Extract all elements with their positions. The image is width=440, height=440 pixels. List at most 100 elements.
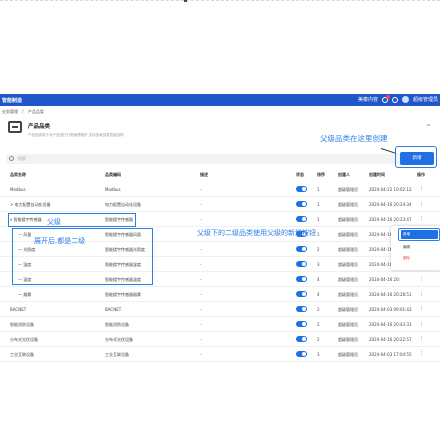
cell-code: Modbus <box>105 187 121 192</box>
cell-sort: 1 <box>317 187 320 192</box>
table-row: 一 烟雾 智能楼宇传感器烟雾 - 4 超级管理员 2024-04-16 20:28:51 ⋮ <box>0 287 440 302</box>
bell-icon[interactable] <box>381 94 390 103</box>
screenshot-root: 智能制造 美泰内容 超级管理员 业务管理 / 产品品类 产品品类 产品品类用于对… <box>0 0 440 440</box>
cell-time: 2024-04-16 20:22:57 <box>369 337 412 342</box>
cell-desc: - <box>200 277 202 282</box>
cell-code: 工业互联设备 <box>105 352 129 357</box>
cell-time: 2024-04-16 20:43:33 <box>369 322 412 327</box>
menu-item-delete[interactable]: 删除 <box>403 256 410 261</box>
top-divider <box>0 0 440 1</box>
more-icon[interactable]: ⋮ <box>419 186 424 192</box>
cell-creator: 超级管理员 <box>338 247 358 252</box>
status-toggle[interactable] <box>296 306 307 312</box>
cell-desc: - <box>200 187 202 192</box>
table-row: BACNET BACNET - 2 超级管理员 2024-04-03 09:01:43 ⋮ <box>0 302 440 317</box>
more-icon[interactable]: ⋮ <box>419 351 424 357</box>
create-button[interactable]: 新增 <box>400 152 434 165</box>
table-row: > 电力配置自动化设备 电力配置自动化设备 - 1 超级管理员 2024-04-16 20… <box>0 197 440 212</box>
cell-code: 分布式光伏设备 <box>105 337 133 342</box>
cell-time: 2024-04-16 20: <box>369 277 400 282</box>
breadcrumb-item: 产品品类 <box>27 109 44 114</box>
cell-code: 电力配置自动化设备 <box>105 202 141 207</box>
cell-name: 一 烟雾 <box>18 292 32 297</box>
column-header: 操作 <box>417 172 425 177</box>
status-toggle[interactable] <box>296 261 307 267</box>
annotation-menu-outline <box>398 228 440 241</box>
more-icon[interactable]: ⋮ <box>419 276 424 282</box>
breadcrumb-item[interactable]: 业务管理 <box>2 109 18 114</box>
cell-desc: - <box>200 217 202 222</box>
cell-desc: - <box>200 292 202 297</box>
cell-creator: 超级管理员 <box>338 277 358 282</box>
cell-desc: - <box>200 247 202 252</box>
more-icon[interactable]: ⋮ <box>419 306 424 312</box>
notification-badge <box>385 94 390 99</box>
header-right: 美泰内容 超级管理员 <box>358 94 438 103</box>
cell-sort: 4 <box>317 292 320 297</box>
page-title: 产品品类 <box>28 124 51 130</box>
cell-creator: 超级管理员 <box>338 322 358 327</box>
breadcrumb: 业务管理 / 产品品类 <box>2 109 47 115</box>
status-toggle[interactable] <box>296 321 307 327</box>
column-header: 品类编码 <box>105 172 121 177</box>
annotation-parent-label: 父级 <box>47 218 61 226</box>
avatar[interactable] <box>401 96 409 103</box>
status-toggle[interactable] <box>296 276 307 282</box>
cell-time: 2024-04-16 20:28:51 <box>369 292 412 297</box>
menu-item-edit[interactable]: 编辑 <box>403 245 410 250</box>
cell-sort: 1 <box>317 217 320 222</box>
cell-creator: 超级管理员 <box>338 187 358 192</box>
cell-code: 智能楼宇传感器烟雾 <box>105 292 141 297</box>
column-header: 品类名称 <box>10 172 26 177</box>
table-row: 工业互联设备 工业互联设备 - 3 超级管理员 2024-04-03 17:04:55 ⋮ <box>0 347 440 362</box>
cell-creator: 超级管理员 <box>338 292 358 297</box>
cell-code: BACNET <box>105 307 122 312</box>
table-row: 分布式光伏设备 分布式光伏设备 - 2 超级管理员 2024-04-16 20:22:57… <box>0 332 440 347</box>
status-toggle[interactable] <box>296 336 307 342</box>
cell-name: > 电力配置自动化设备 <box>10 202 51 207</box>
status-toggle[interactable] <box>296 351 307 357</box>
status-toggle[interactable] <box>296 186 307 192</box>
cell-sort: 2 <box>317 322 320 327</box>
cell-desc: - <box>200 352 202 357</box>
cell-sort: 1 <box>317 232 320 237</box>
cell-code: 智能消防设备 <box>105 322 129 327</box>
cell-sort: 2 <box>317 307 320 312</box>
status-toggle[interactable] <box>296 291 307 297</box>
app-header: 智能制造 美泰内容 超级管理员 <box>0 94 440 106</box>
user-name[interactable]: 超级管理员 <box>413 96 438 103</box>
search-bar[interactable]: 搜索 <box>6 154 434 164</box>
cell-sort: 2 <box>317 247 320 252</box>
cell-name: 智能消防设备 <box>10 322 34 327</box>
cell-time: 2024-04-03 09:01:43 <box>369 307 412 312</box>
settings-icon[interactable] <box>391 96 398 103</box>
cell-creator: 超级管理员 <box>338 217 358 222</box>
more-icon[interactable]: ⋮ <box>419 291 424 297</box>
cell-name: 分布式光伏设备 <box>10 337 38 342</box>
collapse-icon[interactable]: ^ <box>426 124 431 131</box>
more-icon[interactable]: ⋮ <box>419 201 424 207</box>
cell-creator: 超级管理员 <box>338 262 358 267</box>
cell-desc: - <box>200 307 202 312</box>
cell-sort: 3 <box>317 262 320 267</box>
more-icon[interactable]: ⋮ <box>419 321 424 327</box>
category-icon <box>8 121 22 133</box>
status-toggle[interactable] <box>296 216 307 222</box>
cell-time: 2024-04-16 20:23:47 <box>369 217 412 222</box>
cell-desc: - <box>200 337 202 342</box>
cell-sort: 4 <box>317 277 320 282</box>
cell-creator: 超级管理员 <box>338 337 358 342</box>
column-header: 创建人 <box>338 172 350 177</box>
cell-sort: 3 <box>317 352 320 357</box>
status-toggle[interactable] <box>296 246 307 252</box>
cell-name: 工业互联设备 <box>10 352 34 357</box>
more-icon[interactable]: ⋮ <box>419 336 424 342</box>
status-toggle[interactable] <box>296 201 307 207</box>
column-header: 状态 <box>296 172 304 177</box>
page-description: 产品品类用于对产品进行分类管理维护,支持多级品类层级结构 <box>28 133 124 137</box>
brand-name: 智能制造 <box>2 98 23 104</box>
header-right-label[interactable]: 美泰内容 <box>358 96 378 103</box>
search-input[interactable]: 搜索 <box>18 156 26 162</box>
annotation-children-label: 展开后,都是二级 <box>34 237 86 245</box>
more-icon[interactable]: ⋮ <box>419 216 424 222</box>
